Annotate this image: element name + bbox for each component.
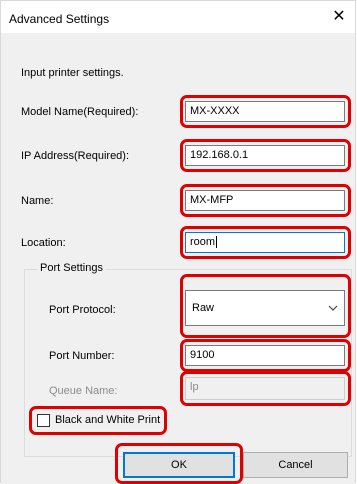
location-label: Location: [21, 237, 66, 249]
text-caret [216, 236, 218, 249]
ip-address-input[interactable]: 192.168.0.1 [185, 145, 345, 166]
instruction-text: Input printer settings. [21, 67, 124, 79]
port-number-input[interactable]: 9100 [185, 345, 345, 366]
queue-name-label: Queue Name: [49, 385, 118, 397]
chevron-down-icon [328, 291, 338, 325]
location-input[interactable]: room [185, 232, 345, 253]
ip-address-label: IP Address(Required): [21, 150, 130, 162]
port-protocol-value: Raw [192, 302, 215, 314]
dialog-body: Input printer settings. Model Name(Requi… [1, 33, 355, 484]
advanced-settings-dialog: Advanced Settings ✕ Input printer settin… [0, 0, 356, 484]
port-protocol-select[interactable]: Raw [185, 290, 345, 326]
cancel-button[interactable]: Cancel [243, 452, 348, 478]
port-protocol-label: Port Protocol: [49, 304, 116, 316]
queue-name-input: lp [185, 377, 345, 400]
model-name-label: Model Name(Required): [21, 106, 139, 118]
title-bar: Advanced Settings ✕ [1, 1, 355, 33]
port-number-label: Port Number: [49, 350, 115, 362]
ok-button[interactable]: OK [123, 452, 235, 478]
close-icon[interactable]: ✕ [329, 7, 349, 27]
name-label: Name: [21, 195, 54, 207]
location-value: room [190, 236, 216, 248]
port-settings-group-label: Port Settings [37, 262, 106, 274]
black-white-label[interactable]: Black and White Print [55, 414, 160, 426]
name-input[interactable]: MX-MFP [185, 190, 345, 211]
model-name-input[interactable]: MX-XXXX [185, 101, 345, 122]
black-white-checkbox[interactable] [37, 414, 50, 427]
dialog-title: Advanced Settings [9, 12, 110, 26]
